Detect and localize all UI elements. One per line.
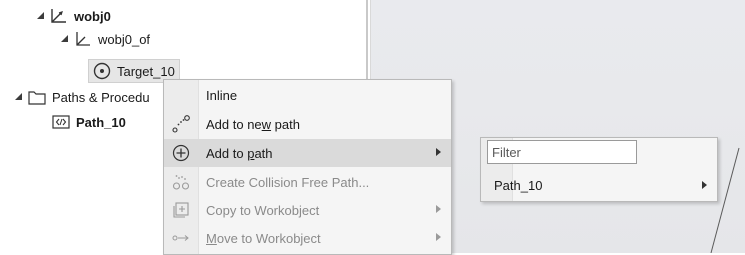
expanded-caret-icon[interactable] [36,11,46,21]
menu-item-label: Copy to Workobject [206,202,320,218]
tree-item-label: Path_10 [76,114,126,130]
submenu-arrow-icon [436,148,441,156]
menu-item-label: Move to Workobject [206,230,321,246]
submenu-arrow-icon [436,233,441,241]
target-icon [93,62,111,80]
inline-icon [164,81,198,109]
submenu-arrow-icon [702,181,707,189]
submenu-item-path-10[interactable]: Path_10 [481,172,717,198]
copy-workobject-icon [164,196,198,224]
expanded-caret-icon[interactable] [60,34,70,44]
new-path-icon [164,110,198,138]
tree-item-path-10[interactable]: Path_10 [52,112,126,132]
context-menu: Inline Add to new path Add to path Creat… [163,79,452,255]
menu-item-add-to-path[interactable]: Add to path [164,139,451,167]
menu-item-label: Inline [206,87,238,103]
menu-item-label: Add to new path [206,116,300,132]
tree-item-label: Paths & Procedu [52,89,150,105]
submenu-arrow-icon [436,205,441,213]
tree-item-label: wobj0 [74,8,111,24]
move-workobject-icon [164,224,198,252]
menu-item-add-to-new-path[interactable]: Add to new path [164,110,451,138]
menu-item-inline[interactable]: Inline [164,81,451,109]
path-icon [52,115,70,129]
menu-item-label: Path_10 [494,177,543,193]
folder-icon [28,90,46,105]
tree-item-label: wobj0_of [98,31,151,47]
menu-item-create-collision-free-path[interactable]: Create Collision Free Path... [164,168,451,196]
add-to-path-submenu: Path_10 [480,137,718,202]
tree-item-label: Target_10 [117,63,175,79]
menu-item-copy-to-workobject[interactable]: Copy to Workobject [164,196,451,224]
menu-item-move-to-workobject[interactable]: Move to Workobject [164,224,451,252]
add-circle-icon [164,139,198,167]
filter-input[interactable] [487,140,637,164]
menu-item-label: Add to path [206,145,273,161]
tree-item-wobj0[interactable]: wobj0 [36,6,111,26]
workobject-icon [50,8,68,24]
collision-free-path-icon [164,168,198,196]
tree-item-wobj0-of[interactable]: wobj0_of [60,29,150,49]
expanded-caret-icon[interactable] [14,92,24,102]
frame-icon [74,31,92,47]
tree-item-paths-procedures[interactable]: Paths & Procedu [14,87,150,107]
menu-item-label: Create Collision Free Path... [206,174,370,190]
